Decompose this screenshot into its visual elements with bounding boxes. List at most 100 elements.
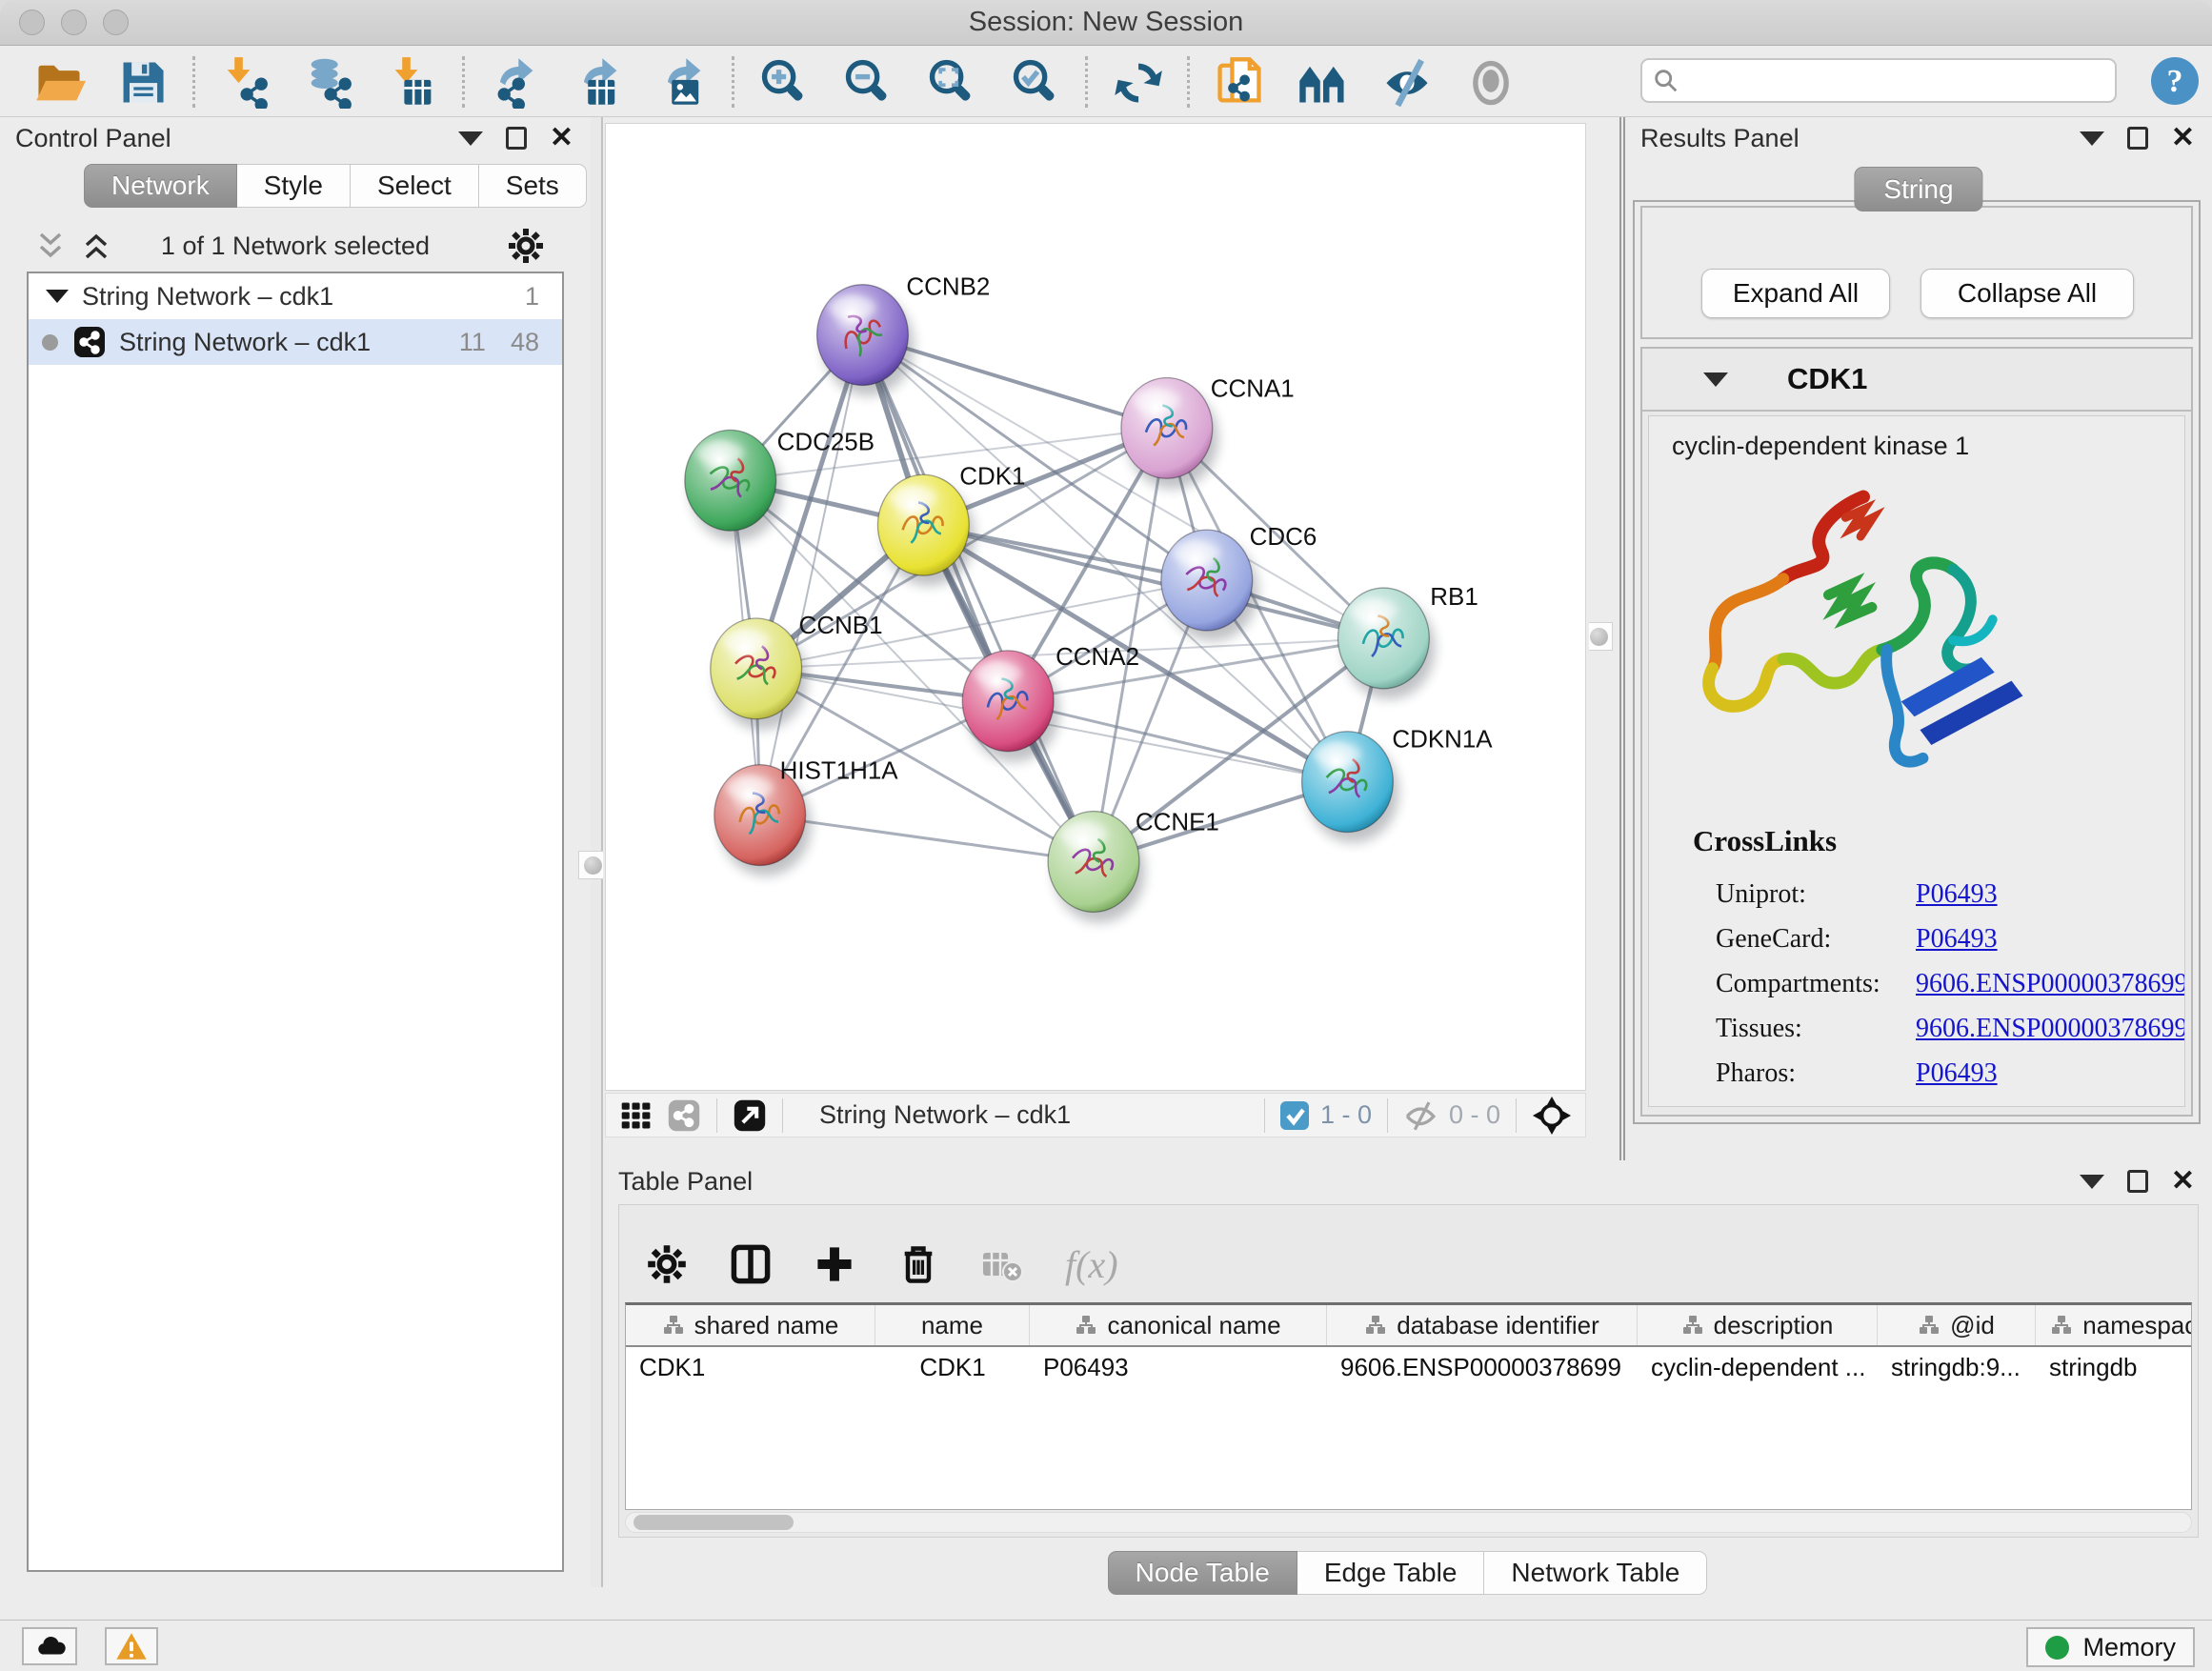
results-panel-title: Results Panel	[1640, 124, 1800, 153]
collapse-arrow-icon[interactable]	[458, 131, 483, 146]
float-window-icon[interactable]	[2127, 1170, 2148, 1193]
add-column-icon[interactable]	[814, 1243, 855, 1285]
table-hscrollbar[interactable]	[625, 1512, 2192, 1533]
crosslink-link[interactable]: P06493	[1916, 1058, 1998, 1089]
crosshair-icon[interactable]	[1532, 1096, 1572, 1136]
export-image-button[interactable]	[640, 51, 724, 112]
column-header-database-identifier[interactable]: database identifier	[1327, 1305, 1638, 1345]
column-header-name[interactable]: name	[875, 1305, 1030, 1345]
launch-icon[interactable]	[733, 1098, 767, 1133]
table-cell[interactable]: stringdb	[2036, 1353, 2192, 1382]
search-input[interactable]	[1688, 66, 2115, 95]
crosslink-link[interactable]: 9606.ENSP00000378699	[1916, 969, 2185, 999]
zoom-in-button[interactable]	[742, 51, 826, 112]
zoom-fit-button[interactable]	[910, 51, 994, 112]
column-header-description[interactable]: description	[1638, 1305, 1878, 1345]
hide-selected-button[interactable]	[1365, 51, 1449, 112]
crosslink-link[interactable]: 9606.ENSP00000378699	[1916, 1014, 2185, 1044]
tab-style[interactable]: Style	[237, 164, 351, 208]
refresh-button[interactable]	[1096, 51, 1179, 112]
svg-text:?: ?	[2167, 64, 2183, 99]
node-result-header[interactable]: CDK1	[1642, 349, 2191, 412]
save-session-button[interactable]	[101, 51, 185, 112]
application-window: Session: New Session ? Control Panel ✕ N…	[0, 0, 2212, 1671]
zoom-selected-button[interactable]	[994, 51, 1077, 112]
node-result-body: cyclin-dependent kinase 1	[1648, 415, 2185, 1107]
float-window-icon[interactable]	[2127, 127, 2148, 150]
right-splitter[interactable]	[1589, 117, 1625, 1160]
selected-checkbox-icon[interactable]	[1280, 1101, 1309, 1130]
show-all-button[interactable]	[1449, 51, 1533, 112]
open-session-button[interactable]	[17, 51, 101, 112]
tab-sets[interactable]: Sets	[479, 164, 587, 208]
table-cell[interactable]: P06493	[1030, 1353, 1327, 1382]
entry-gene-name: CDK1	[1787, 362, 1867, 396]
import-network-button[interactable]	[203, 51, 287, 112]
close-window-button[interactable]	[19, 10, 45, 35]
entry-collapse-icon[interactable]	[1703, 372, 1728, 387]
traffic-lights	[19, 10, 129, 35]
collapse-all-button[interactable]: Collapse All	[1920, 269, 2134, 318]
network-row[interactable]: String Network – cdk1 11 48	[29, 319, 562, 365]
network-canvas[interactable]: CCNB2CCNA1CDC25BCDK1CDC6RB1CCNB1CCNA2CDK…	[605, 123, 1586, 1091]
hidden-eye-icon[interactable]	[1403, 1098, 1438, 1133]
export-network-button[interactable]	[473, 51, 556, 112]
first-neighbors-button[interactable]	[1281, 51, 1365, 112]
table-row[interactable]: CDK1CDK1P064939606.ENSP00000378699cyclin…	[626, 1347, 2191, 1387]
float-window-icon[interactable]	[506, 127, 527, 150]
table-cell[interactable]: CDK1	[626, 1353, 875, 1382]
crosslink-row: Uniprot:P06493	[1693, 872, 2185, 916]
tab-network[interactable]: Network	[84, 164, 237, 208]
table-cell[interactable]: 9606.ENSP00000378699	[1327, 1353, 1638, 1382]
edge-count: 48	[511, 328, 539, 357]
node-table[interactable]: shared namenamecanonical namedatabase id…	[625, 1302, 2192, 1510]
expand-all-button[interactable]: Expand All	[1701, 269, 1890, 318]
table-cell[interactable]: CDK1	[875, 1353, 1030, 1382]
grid-icon[interactable]	[619, 1098, 654, 1133]
close-icon[interactable]: ✕	[2171, 1170, 2195, 1193]
tab-edge-table[interactable]: Edge Table	[1297, 1551, 1485, 1595]
network-graph[interactable]: CCNB2CCNA1CDC25BCDK1CDC6RB1CCNB1CCNA2CDK…	[606, 124, 1585, 1090]
table-cell[interactable]: stringdb:9...	[1878, 1353, 2036, 1382]
export-table-button[interactable]	[556, 51, 640, 112]
crosslink-link[interactable]: P06493	[1916, 924, 1998, 955]
import-table-button[interactable]	[371, 51, 454, 112]
tree-expand-icon[interactable]	[46, 290, 69, 303]
column-header-id[interactable]: @id	[1878, 1305, 2036, 1345]
table-hscrollbar-thumb[interactable]	[633, 1515, 794, 1530]
crosslinks-rows: Uniprot:P06493GeneCard:P06493Compartment…	[1693, 872, 2185, 1096]
memory-button[interactable]: Memory	[2026, 1627, 2195, 1667]
cloud-button[interactable]	[22, 1627, 77, 1665]
import-network-from-database-button[interactable]	[287, 51, 371, 112]
warning-button[interactable]	[105, 1627, 158, 1665]
settings-gear-icon[interactable]	[646, 1243, 688, 1285]
close-icon[interactable]: ✕	[550, 127, 573, 150]
column-header-namespace[interactable]: namespace	[2036, 1305, 2192, 1345]
collapse-arrow-icon[interactable]	[2080, 1175, 2104, 1189]
column-header-shared-name[interactable]: shared name	[626, 1305, 875, 1345]
zoom-window-button[interactable]	[103, 10, 129, 35]
collapse-arrow-icon[interactable]	[2080, 131, 2104, 146]
entry-description: cyclin-dependent kinase 1	[1672, 432, 2184, 461]
tab-node-table[interactable]: Node Table	[1108, 1551, 1297, 1595]
tab-string[interactable]: String	[1854, 167, 1982, 211]
left-splitter[interactable]	[591, 117, 603, 1587]
close-icon[interactable]: ✕	[2171, 127, 2195, 150]
minimize-window-button[interactable]	[61, 10, 87, 35]
crosslink-link[interactable]: P06493	[1916, 879, 1998, 910]
network-status-dot	[42, 334, 58, 351]
table-cell[interactable]: cyclin-dependent ...	[1638, 1353, 1878, 1382]
search-box[interactable]	[1640, 58, 2117, 103]
zoom-out-button[interactable]	[826, 51, 910, 112]
share-icon[interactable]	[667, 1098, 701, 1133]
help-button[interactable]: ?	[2149, 55, 2201, 107]
column-header-canonical-name[interactable]: canonical name	[1030, 1305, 1327, 1345]
clone-network-button[interactable]	[1197, 51, 1281, 112]
tab-select[interactable]: Select	[351, 164, 479, 208]
columns-icon[interactable]	[730, 1243, 772, 1285]
tab-network-table[interactable]: Network Table	[1484, 1551, 1707, 1595]
attribute-type-icon	[1918, 1314, 1941, 1337]
options-gear-icon[interactable]	[507, 227, 545, 265]
delete-icon[interactable]	[897, 1243, 939, 1285]
network-collection-row[interactable]: String Network – cdk1 1	[29, 273, 562, 319]
